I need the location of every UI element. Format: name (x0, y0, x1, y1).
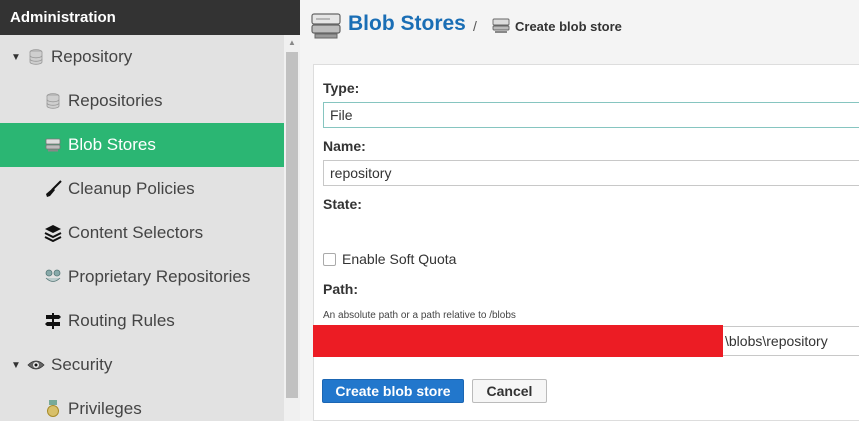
sidebar-item-privileges[interactable]: Privileges (0, 387, 284, 421)
main-content: Blob Stores / Create blob store Type: Fi… (300, 0, 859, 421)
type-field[interactable]: File (323, 102, 859, 128)
sidebar-item-label: Proprietary Repositories (68, 267, 251, 286)
type-label: Type: (323, 80, 360, 96)
sidebar-item-repository[interactable]: ▼ Repository (0, 35, 284, 79)
server-icon (44, 136, 62, 154)
database-icon (44, 92, 62, 110)
scroll-up-icon[interactable]: ▲ (284, 35, 300, 51)
server-icon (310, 12, 342, 40)
path-help-text: An absolute path or a path relative to /… (323, 310, 516, 321)
state-label: State: (323, 196, 362, 212)
sidebar-item-routing-rules[interactable]: Routing Rules (0, 299, 284, 343)
sidebar-item-proprietary-repositories[interactable]: Proprietary Repositories (0, 255, 284, 299)
sidebar-item-label: Cleanup Policies (68, 179, 195, 198)
sidebar: Administration ▼ Repository Repositories… (0, 0, 300, 421)
breadcrumb-separator: / (473, 18, 477, 34)
server-icon (492, 18, 510, 34)
sidebar-nav: ▼ Repository Repositories Blob Stores Cl… (0, 35, 284, 421)
medal-icon (44, 400, 62, 418)
path-field[interactable]: \blobs\repository (313, 325, 859, 357)
soft-quota-checkbox[interactable] (323, 252, 336, 266)
create-blob-store-button[interactable]: Create blob store (322, 379, 464, 403)
sidebar-item-security[interactable]: ▼ Security (0, 343, 284, 387)
eye-icon (27, 356, 45, 374)
scroll-thumb[interactable] (286, 52, 298, 398)
sidebar-item-label: Security (51, 355, 113, 374)
breadcrumb-current: Create blob store (515, 19, 622, 34)
cancel-button[interactable]: Cancel (472, 379, 547, 403)
create-blob-store-form: Type: File Name: repository State: Enabl… (313, 64, 859, 421)
sidebar-item-label: Repository (51, 47, 133, 66)
app-root: Administration ▼ Repository Repositories… (0, 0, 859, 421)
sidebar-item-label: Repositories (68, 91, 163, 110)
sidebar-item-blob-stores[interactable]: Blob Stores (0, 123, 284, 167)
sidebar-header: Administration (0, 0, 300, 35)
signpost-icon (44, 312, 62, 330)
path-label: Path: (323, 281, 358, 297)
name-label: Name: (323, 138, 366, 154)
page-title[interactable]: Blob Stores (348, 12, 466, 36)
repo-icon (44, 268, 62, 286)
sidebar-item-label: Routing Rules (68, 311, 175, 330)
sidebar-item-label: Blob Stores (68, 135, 156, 154)
sidebar-item-repositories[interactable]: Repositories (0, 79, 284, 123)
breadcrumb: Blob Stores / Create blob store (300, 0, 859, 52)
sidebar-item-label: Privileges (68, 399, 142, 418)
caret-down-icon[interactable]: ▼ (11, 52, 21, 63)
sidebar-scrollbar[interactable]: ▲ (284, 35, 300, 421)
database-icon (27, 48, 45, 66)
sidebar-item-content-selectors[interactable]: Content Selectors (0, 211, 284, 255)
caret-down-icon[interactable]: ▼ (11, 360, 21, 371)
sidebar-item-label: Content Selectors (68, 223, 204, 242)
soft-quota-option[interactable]: Enable Soft Quota (323, 251, 456, 267)
redaction-box (313, 325, 723, 357)
path-value: \blobs\repository (725, 333, 828, 349)
broom-icon (44, 180, 62, 198)
name-field[interactable]: repository (323, 160, 859, 186)
soft-quota-label: Enable Soft Quota (342, 251, 457, 267)
layers-icon (44, 224, 62, 242)
sidebar-item-cleanup-policies[interactable]: Cleanup Policies (0, 167, 284, 211)
